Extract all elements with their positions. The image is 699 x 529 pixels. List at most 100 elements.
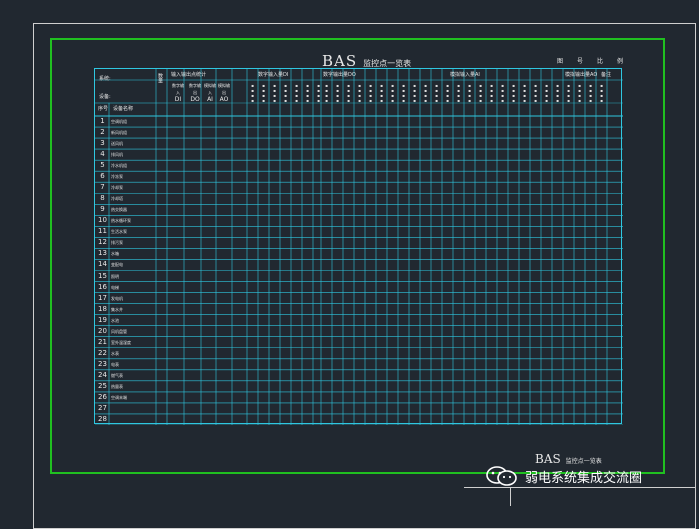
row-equipment-name: 变配电	[111, 262, 123, 268]
row-equipment-name: 电表	[111, 361, 119, 367]
sub-column-heading: ▪▪▪▪	[511, 83, 516, 103]
sub-column-heading: ▪▪▪▪	[335, 83, 340, 103]
sub-column-heading: ▪▪▪▪	[445, 83, 450, 103]
sub-column-heading: ▪▪▪▪	[467, 83, 472, 103]
row-number: 10	[98, 216, 107, 225]
sub-column-heading: ▪▪▪▪	[346, 83, 351, 103]
sub-column-heading: ▪▪▪▪	[250, 83, 255, 103]
row-equipment-name: 水表	[111, 350, 119, 356]
row-number: 20	[98, 326, 107, 335]
sub-column-heading: ▪▪▪▪	[599, 83, 604, 103]
sub-column-heading: ▪▪▪▪	[401, 83, 406, 103]
row-number: 15	[98, 271, 107, 280]
sub-column-heading: ▪▪▪▪	[533, 83, 538, 103]
corner-mark: 号	[577, 58, 584, 65]
group-do: 数字输出量DO	[323, 72, 356, 78]
sub-column-heading: ▪▪▪▪	[434, 83, 439, 103]
row-number: 24	[98, 370, 107, 379]
row-equipment-name: 发电机	[111, 295, 123, 301]
sub-column-heading: ▪▪▪▪	[357, 83, 362, 103]
row-number: 1	[100, 117, 105, 125]
group-io-summary: 输入输出点统计	[171, 72, 207, 78]
sub-column-heading: ▪▪▪▪	[566, 83, 571, 103]
watermark: 弱电系统集成交流圈	[485, 465, 642, 487]
sub-column-heading: ▪▪▪▪	[544, 83, 549, 103]
equipment-label: 设备:	[99, 94, 111, 100]
row-number: 11	[98, 227, 107, 236]
group-di: 数字输入量DI	[258, 72, 289, 78]
do-sub-label: 数字输出 DO	[189, 83, 201, 103]
title-block-stamp: BAS 监控点一览表	[535, 452, 602, 466]
group-ai: 模拟输入量AI	[450, 72, 480, 78]
sub-column-heading: ▪▪▪▪	[500, 83, 505, 103]
sub-column-heading: ▪▪▪▪	[316, 83, 321, 103]
sub-column-heading: ▪▪▪▪	[294, 83, 299, 103]
row-equipment-name: 排风机	[111, 152, 123, 158]
row-equipment-name: 热水循环泵	[111, 218, 131, 224]
row-equipment-name: 冷却塔	[111, 196, 123, 202]
table-grid	[95, 69, 623, 425]
corner-marks: 图 号 比 例	[557, 56, 623, 65]
qty-label: 数量	[157, 73, 163, 83]
sub-column-heading: ▪▪▪▪	[478, 83, 483, 103]
row-equipment-name: 冷却泵	[111, 185, 123, 191]
sub-column-heading: ▪▪▪▪	[272, 83, 277, 103]
sub-column-heading: ▪▪▪▪	[283, 83, 288, 103]
no-label: 序号	[98, 106, 109, 112]
di-sub-label: 数字输入 DI	[172, 83, 184, 103]
row-equipment-name: 电梯	[111, 284, 119, 290]
wechat-icon	[486, 466, 517, 486]
row-number: 28	[98, 414, 107, 423]
row-equipment-name: 集水井	[111, 306, 123, 312]
row-number: 5	[100, 161, 105, 170]
title-block-line	[464, 487, 696, 488]
row-number: 21	[98, 337, 107, 346]
row-number: 3	[100, 139, 105, 148]
sub-column-heading: ▪▪▪▪	[588, 83, 593, 103]
row-number: 26	[98, 392, 107, 401]
row-number: 16	[98, 282, 107, 291]
row-equipment-name: 室外温湿度	[111, 339, 131, 345]
sub-column-heading: ▪▪▪▪	[423, 83, 428, 103]
row-equipment-name: 热量表	[111, 383, 123, 389]
row-equipment-name: 冷水机组	[111, 163, 127, 169]
row-equipment-name: 空调机组	[111, 119, 127, 124]
sub-column-heading: ▪▪▪▪	[305, 83, 310, 103]
row-equipment-name: 送风机	[111, 141, 123, 147]
ao-sub-label: 模拟输出 AO	[218, 83, 230, 103]
row-number: 27	[98, 403, 107, 412]
sub-column-heading: ▪▪▪▪	[555, 83, 560, 103]
corner-mark: 比	[597, 58, 604, 65]
row-number: 6	[100, 172, 105, 181]
row-equipment-name: 新风机组	[111, 130, 127, 136]
row-number: 14	[98, 260, 107, 269]
row-equipment-name: 风机盘管	[111, 328, 127, 334]
row-number: 2	[100, 128, 105, 137]
sub-column-heading: ▪▪▪▪	[324, 83, 329, 103]
row-number: 4	[100, 150, 105, 159]
row-number: 19	[98, 315, 107, 324]
row-equipment-name: 冷冻泵	[111, 174, 123, 180]
row-number: 22	[98, 348, 107, 357]
system-label: 系统:	[99, 76, 111, 82]
sub-column-heading: ▪▪▪▪	[577, 83, 582, 103]
sub-column-heading: ▪▪▪▪	[456, 83, 461, 103]
stamp-sub: 监控点一览表	[565, 458, 602, 465]
title-block-divider	[510, 488, 511, 506]
row-equipment-name: 照明	[111, 273, 119, 279]
sub-column-heading: ▪▪▪▪	[489, 83, 494, 103]
row-equipment-name: 水箱	[111, 251, 119, 257]
row-equipment-name: 排污泵	[111, 240, 123, 246]
row-equipment-name: 水池	[111, 317, 119, 323]
corner-mark: 例	[617, 58, 624, 65]
corner-mark: 图	[557, 58, 564, 65]
row-number: 17	[98, 293, 107, 302]
point-list-table[interactable]: 系统: 设备: 序号 设备名称 数量 输入输出点统计 数字输入量DI 数字输出量…	[94, 68, 623, 425]
sub-column-heading: ▪▪▪▪	[368, 83, 373, 103]
row-equipment-name: 热交换器	[111, 207, 127, 213]
stamp-main: BAS	[535, 452, 561, 466]
row-number: 23	[98, 359, 107, 368]
group-ao: 模拟输出量AO	[565, 72, 598, 78]
ai-sub-label: 模拟输入 AI	[204, 83, 216, 103]
row-equipment-name: 空调末端	[111, 394, 127, 400]
